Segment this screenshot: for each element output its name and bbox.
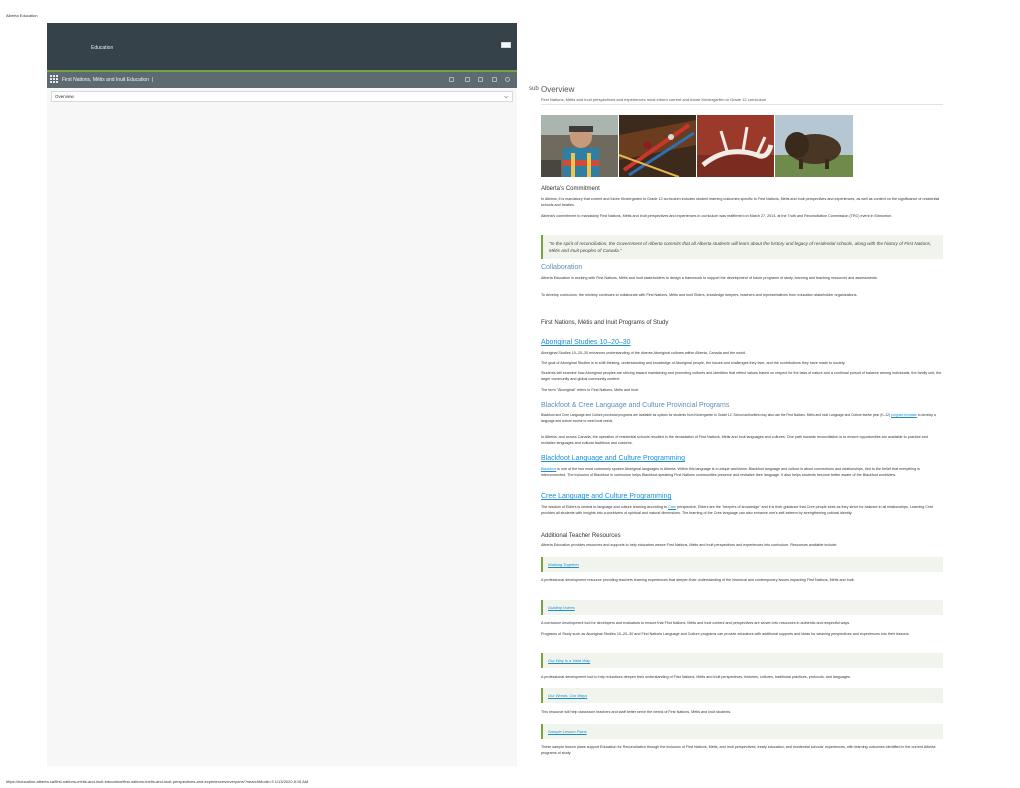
heading-resources: Additional Teacher Resources: [541, 533, 621, 539]
commitment-quote-text: "In the spirit of reconciliation, the Go…: [549, 241, 932, 253]
toolbar-icon-5[interactable]: [505, 77, 510, 82]
toolbar-icon-1[interactable]: [449, 77, 454, 82]
grid-icon[interactable]: [50, 75, 58, 83]
resource-our-way: Our Way Is a Valid Way: [541, 653, 943, 668]
link-our-way[interactable]: Our Way Is a Valid Way: [548, 658, 590, 663]
chevron-down-icon: [504, 95, 508, 99]
print-footer: https://education.alberta.ca/first-natio…: [6, 779, 309, 784]
page-title: Overview: [541, 85, 575, 94]
aboriginal-p4: The term "Aboriginal" refers to First Na…: [541, 388, 640, 392]
resource-guiding-voices: Guiding Voices: [541, 600, 943, 615]
link-cree-programming[interactable]: Cree Language and Culture Programming: [541, 493, 671, 500]
link-our-words[interactable]: Our Words, Our Ways: [548, 693, 587, 698]
toolbar-icon-3[interactable]: [478, 77, 483, 82]
brand-label[interactable]: Education: [91, 45, 113, 51]
heading-commitment: Alberta's Commitment: [541, 186, 600, 192]
heading-collaboration: Collaboration: [541, 264, 583, 271]
link-program-template[interactable]: program template: [891, 413, 917, 417]
photo-girl-regalia: [541, 115, 618, 177]
resource-sample-lessons: Sample Lesson Plans: [541, 724, 943, 739]
link-guiding-voices[interactable]: Guiding Voices: [548, 605, 575, 610]
resource-sample-lessons-desc: These sample lesson plans support Educat…: [541, 745, 936, 755]
resource-our-words: Our Words, Our Ways: [541, 688, 943, 703]
resource-walking-together-desc: A professional development resource prov…: [541, 578, 855, 582]
bc-p1: Blackfoot and Cree Language and Culture …: [541, 413, 936, 423]
link-aboriginal-studies[interactable]: Aboriginal Studies 10–20–30: [541, 339, 631, 346]
heading-blackfoot-cree: Blackfoot & Cree Language and Culture Pr…: [541, 402, 730, 409]
link-blackfoot[interactable]: Blackfoot: [541, 467, 556, 471]
toolbar-icon-4[interactable]: [492, 77, 497, 82]
page-select-value: Overview: [55, 94, 74, 99]
toolbar-icon-2[interactable]: [465, 77, 470, 82]
resource-walking-together: Walking Together: [541, 557, 943, 572]
photo-beadwork: [619, 115, 696, 177]
link-blackfoot-programming[interactable]: Blackfoot Language and Culture Programmi…: [541, 455, 685, 462]
page-subtitle: First Nations, Métis and Inuit perspecti…: [541, 97, 767, 102]
page-select[interactable]: Overview: [51, 91, 513, 102]
resource-our-words-desc: This resource will help classroom teache…: [541, 710, 732, 714]
commitment-quote: "In the spirit of reconciliation, the Go…: [541, 235, 943, 259]
photo-bison: [775, 115, 853, 177]
toolbar: First Nations, Métis and Inuit Education…: [47, 72, 517, 88]
menu-button[interactable]: [501, 42, 511, 48]
left-panel: Education First Nations, Métis and Inuit…: [47, 23, 517, 766]
aboriginal-p1: Aboriginal Studies 10–20–30 enhances und…: [541, 351, 746, 355]
divider: [541, 104, 943, 105]
link-walking-together[interactable]: Walking Together: [548, 562, 579, 567]
commitment-p2: Alberta's commitment to mandatory First …: [541, 214, 893, 218]
heading-programs: First Nations, Métis and Inuit Programs …: [541, 320, 669, 326]
commitment-p1: In Alberta, it is mandatory that current…: [541, 197, 940, 207]
resources-intro: Alberta Education provides resources and…: [541, 543, 838, 547]
aboriginal-p3: Students will examine how Aboriginal peo…: [541, 371, 942, 381]
blackfoot-p: Blackfoot is one of the two most commonl…: [541, 467, 920, 477]
cree-p: The wisdom of Elders is central to langu…: [541, 505, 934, 515]
collaboration-p2: To develop curriculum, the ministry cont…: [541, 293, 858, 297]
link-cree[interactable]: Cree: [668, 505, 676, 509]
link-sample-lessons[interactable]: Sample Lesson Plans: [548, 729, 587, 734]
toolbar-title: First Nations, Métis and Inuit Education…: [62, 77, 154, 83]
sub-label: sub: [529, 86, 539, 92]
photo-antler: [697, 115, 774, 177]
bc-p2: In Alberta, and across Canada, the opera…: [541, 435, 928, 445]
resource-guiding-voices-desc2: Programs of Study such as Aboriginal Stu…: [541, 632, 910, 636]
aboriginal-p2: The goal of Aboriginal Studies is to shi…: [541, 361, 846, 365]
resource-our-way-desc: A professional development tool to help …: [541, 675, 851, 679]
resource-guiding-voices-desc1: A curriculum development tool for develo…: [541, 621, 851, 625]
collaboration-p1: Alberta Education is working with First …: [541, 276, 878, 280]
app-header: Education: [47, 23, 517, 70]
print-header: Alberta Education: [6, 13, 38, 18]
